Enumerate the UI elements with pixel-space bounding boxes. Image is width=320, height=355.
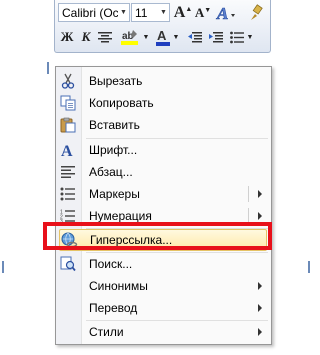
menu-item-label: Синонимы bbox=[89, 279, 148, 293]
shrink-font-icon: A bbox=[194, 5, 205, 20]
highlighter-icon: ab bbox=[121, 30, 138, 45]
shrink-font-button[interactable]: A ▼ bbox=[194, 3, 212, 23]
bullets-dropdown[interactable]: ▼ bbox=[246, 27, 254, 47]
page-margin-marker bbox=[2, 261, 4, 273]
submenu-divider bbox=[248, 186, 249, 202]
decrease-indent-button[interactable] bbox=[187, 27, 203, 47]
highlight-dropdown[interactable]: ▼ bbox=[142, 27, 150, 47]
svg-text:A: A bbox=[157, 28, 167, 43]
brush-icon bbox=[251, 4, 263, 20]
increase-indent-button[interactable] bbox=[208, 27, 224, 47]
menu-item-label: Маркеры bbox=[89, 187, 140, 201]
chevron-right-icon bbox=[258, 304, 262, 312]
search-icon bbox=[59, 256, 76, 272]
chevron-right-icon bbox=[258, 328, 262, 336]
menu-item-copy[interactable]: Копировать bbox=[56, 92, 271, 114]
menu-item-label: Поиск... bbox=[89, 257, 133, 271]
chevron-down-icon[interactable]: ▼ bbox=[158, 4, 169, 21]
font-name-value: Calibri (Oc bbox=[62, 5, 118, 20]
menu-item-font[interactable]: A Шрифт... bbox=[56, 139, 271, 161]
highlight-color-button[interactable]: ab bbox=[119, 27, 141, 47]
italic-icon: К bbox=[81, 29, 91, 44]
page-margin-marker bbox=[47, 62, 49, 74]
svg-text:A: A bbox=[216, 4, 228, 22]
menu-item-label: Перевод bbox=[89, 301, 138, 315]
align-center-icon bbox=[98, 32, 112, 43]
bullets-icon bbox=[230, 31, 244, 43]
font-color-button[interactable]: A bbox=[155, 27, 171, 47]
font-size-value: 11 bbox=[135, 5, 148, 20]
menu-item-synonyms[interactable]: Синонимы bbox=[56, 275, 271, 297]
chevron-down-icon: ▼ bbox=[246, 33, 254, 41]
grow-font-button[interactable]: A ▲ bbox=[173, 3, 193, 23]
increase-indent-icon bbox=[209, 32, 223, 43]
copy-icon bbox=[59, 95, 76, 111]
chevron-right-icon bbox=[258, 212, 262, 220]
mini-toolbar: Calibri (Oc ▼ 11 ▼ A ▲ A ▼ A Ж К ab ▼ A … bbox=[54, 0, 271, 53]
chevron-down-icon: ▼ bbox=[172, 33, 180, 41]
context-menu: Вырезать Копировать Вставить A Шрифт... … bbox=[55, 66, 272, 345]
decrease-indent-icon bbox=[188, 32, 202, 43]
chevron-right-icon bbox=[258, 282, 262, 290]
bold-button[interactable]: Ж bbox=[59, 27, 75, 47]
menu-item-label: Стили bbox=[89, 325, 124, 339]
scissors-icon bbox=[59, 73, 76, 89]
paste-icon bbox=[59, 117, 76, 133]
page-margin-marker bbox=[308, 261, 310, 273]
text-effects-button[interactable]: A bbox=[214, 3, 238, 23]
grow-font-icon: A bbox=[173, 4, 186, 21]
paragraph-icon bbox=[59, 164, 76, 180]
center-align-button[interactable] bbox=[97, 27, 113, 47]
menu-item-paste[interactable]: Вставить bbox=[56, 114, 271, 136]
menu-item-label: Абзац... bbox=[89, 165, 133, 179]
highlight-annotation-box bbox=[43, 222, 272, 250]
bold-icon: Ж bbox=[60, 29, 74, 44]
bullets-button[interactable] bbox=[229, 27, 245, 47]
font-name-combo[interactable]: Calibri (Oc ▼ bbox=[58, 3, 130, 22]
menu-item-label: Нумерация bbox=[89, 209, 152, 223]
text-effects-icon: A bbox=[216, 4, 235, 22]
italic-button[interactable]: К bbox=[78, 27, 94, 47]
chevron-down-icon: ▼ bbox=[142, 33, 150, 41]
menu-item-styles[interactable]: Стили bbox=[56, 321, 271, 343]
svg-text:A: A bbox=[61, 143, 73, 158]
menu-item-label: Вставить bbox=[89, 118, 140, 132]
font-color-icon: A bbox=[156, 28, 170, 46]
font-size-combo[interactable]: 11 ▼ bbox=[131, 3, 170, 22]
font-color-dropdown[interactable]: ▼ bbox=[172, 27, 180, 47]
chevron-right-icon bbox=[258, 190, 262, 198]
menu-item-bullets[interactable]: Маркеры bbox=[56, 183, 271, 205]
menu-item-label: Шрифт... bbox=[89, 143, 138, 157]
menu-item-label: Вырезать bbox=[89, 74, 143, 88]
font-icon: A bbox=[59, 142, 76, 158]
menu-item-search[interactable]: Поиск... bbox=[56, 253, 271, 275]
format-painter-button[interactable] bbox=[244, 3, 266, 23]
menu-item-label: Копировать bbox=[89, 96, 154, 110]
menu-item-translate[interactable]: Перевод bbox=[56, 297, 271, 319]
bullets-icon bbox=[59, 186, 76, 202]
chevron-down-icon[interactable]: ▼ bbox=[118, 4, 129, 21]
menu-item-paragraph[interactable]: Абзац... bbox=[56, 161, 271, 183]
menu-item-cut[interactable]: Вырезать bbox=[56, 70, 271, 92]
